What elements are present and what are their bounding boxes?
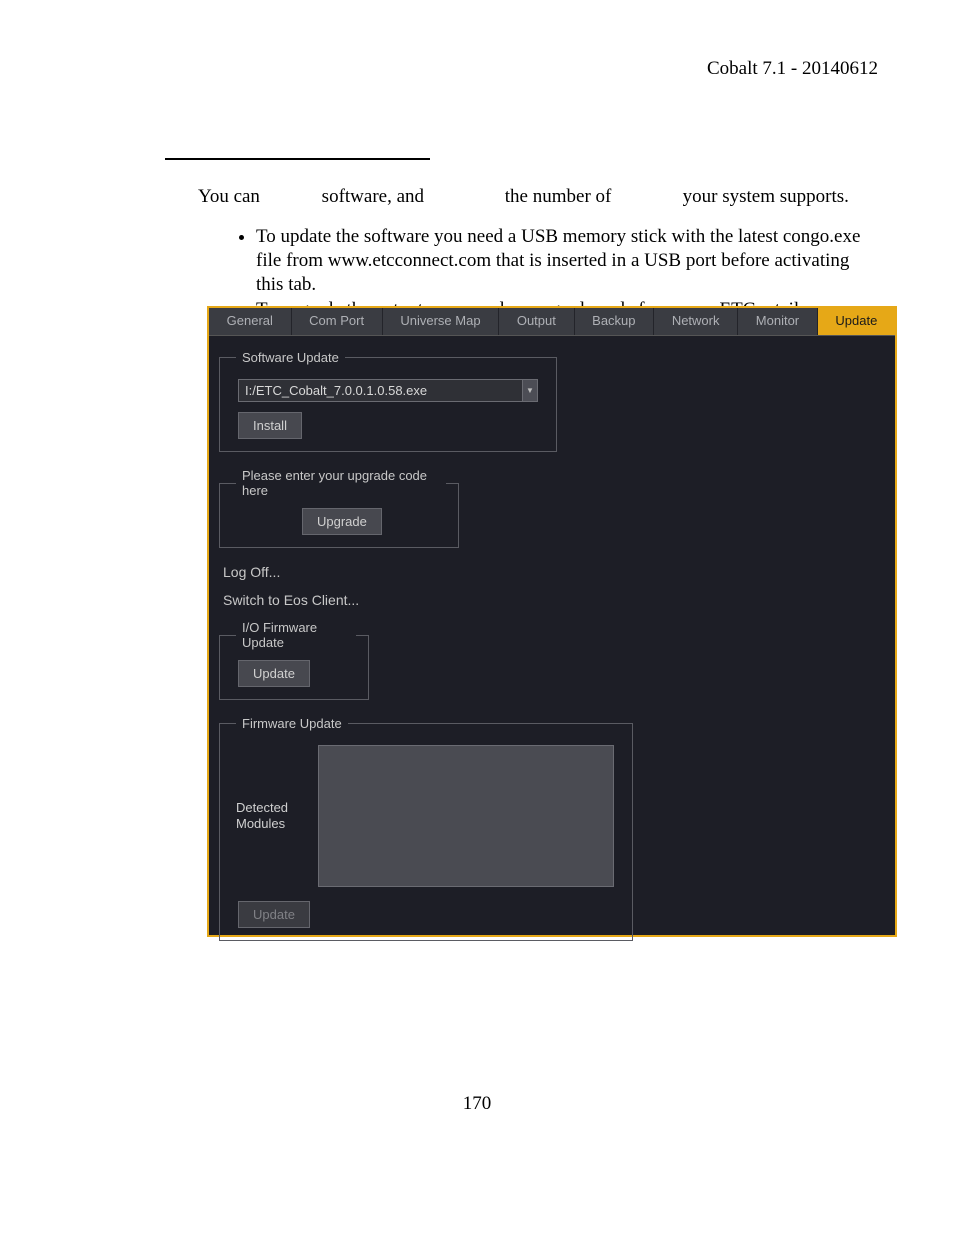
group-io-legend: I/O Firmware Update <box>236 620 356 650</box>
tab-com-port[interactable]: Com Port <box>292 308 383 335</box>
log-off-link[interactable]: Log Off... <box>223 564 885 580</box>
group-upgrade-legend: Please enter your upgrade code here <box>236 468 446 498</box>
chevron-down-icon: ▼ <box>526 386 534 395</box>
tab-general[interactable]: General <box>209 308 292 335</box>
page-header: Cobalt 7.1 - 20140612 <box>707 58 878 80</box>
detected-modules-label: Detected Modules <box>236 800 306 831</box>
bullet-item: To update the software you need a USB me… <box>256 225 874 296</box>
group-upgrade-code: Please enter your upgrade code here Upgr… <box>219 468 459 548</box>
tab-universe-map[interactable]: Universe Map <box>383 308 499 335</box>
tab-monitor[interactable]: Monitor <box>738 308 818 335</box>
intro-text: You can software, and the number of your… <box>198 186 874 208</box>
app-window: General Com Port Universe Map Output Bac… <box>207 306 897 937</box>
switch-eos-link[interactable]: Switch to Eos Client... <box>223 592 885 608</box>
tab-bar: General Com Port Universe Map Output Bac… <box>209 308 895 336</box>
software-path-input[interactable]: I:/ETC_Cobalt_7.0.0.1.0.58.exe <box>238 379 522 402</box>
section-rule <box>165 158 430 160</box>
software-path-dropdown-button[interactable]: ▼ <box>522 379 538 402</box>
detected-modules-list[interactable] <box>318 745 614 887</box>
io-update-button[interactable]: Update <box>238 660 310 687</box>
group-software-update: Software Update I:/ETC_Cobalt_7.0.0.1.0.… <box>219 350 557 452</box>
install-button[interactable]: Install <box>238 412 302 439</box>
group-firmware-update: Firmware Update Detected Modules Update <box>219 716 633 941</box>
tab-update[interactable]: Update <box>818 308 895 335</box>
software-path-combo[interactable]: I:/ETC_Cobalt_7.0.0.1.0.58.exe ▼ <box>238 379 538 402</box>
tab-network[interactable]: Network <box>654 308 738 335</box>
upgrade-button[interactable]: Upgrade <box>302 508 382 535</box>
tab-backup[interactable]: Backup <box>575 308 655 335</box>
page-number: 170 <box>0 1093 954 1115</box>
group-firmware-legend: Firmware Update <box>236 716 348 731</box>
group-io-firmware: I/O Firmware Update Update <box>219 620 369 700</box>
tab-output[interactable]: Output <box>499 308 574 335</box>
firmware-update-button[interactable]: Update <box>238 901 310 928</box>
group-software-legend: Software Update <box>236 350 345 365</box>
panel-body: Software Update I:/ETC_Cobalt_7.0.0.1.0.… <box>209 336 895 967</box>
